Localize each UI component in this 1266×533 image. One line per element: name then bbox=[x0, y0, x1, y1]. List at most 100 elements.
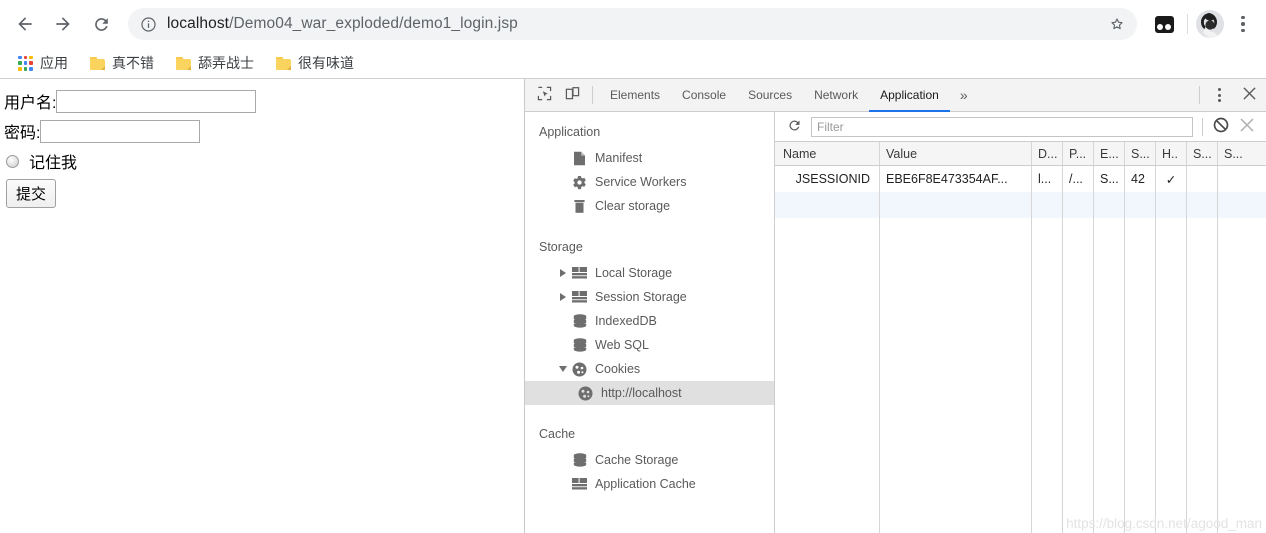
sidebar-item-label: http://localhost bbox=[601, 386, 682, 400]
sidebar-item-clear-storage[interactable]: Clear storage bbox=[525, 194, 774, 218]
cookie-icon bbox=[577, 385, 594, 401]
twisty-collapsed[interactable] bbox=[557, 293, 569, 301]
username-input[interactable] bbox=[56, 89, 257, 113]
clear-all-cookies-button[interactable] bbox=[1208, 114, 1234, 140]
bookmark-apps[interactable]: 应用 bbox=[10, 51, 76, 75]
table-row[interactable]: JSESSIONID EBE6F8E473354AF... l... /... … bbox=[775, 166, 1266, 192]
password-label: 密码: bbox=[4, 125, 41, 142]
column-header-expires[interactable]: E... bbox=[1094, 142, 1125, 165]
trash-icon bbox=[571, 198, 588, 214]
folder-icon bbox=[276, 56, 291, 70]
column-header-secure[interactable]: S... bbox=[1187, 142, 1218, 165]
empty-cell bbox=[880, 192, 1032, 218]
cookies-filterbar bbox=[775, 112, 1266, 142]
remember-me-radio[interactable] bbox=[6, 154, 19, 168]
submit-button[interactable]: 提交 bbox=[6, 179, 57, 208]
cookie-icon bbox=[571, 361, 588, 377]
sidebar-item-local-storage[interactable]: Local Storage bbox=[525, 261, 774, 285]
username-label: 用户名: bbox=[4, 95, 57, 112]
cell-expires: S... bbox=[1094, 166, 1125, 192]
device-toolbar-button[interactable] bbox=[558, 79, 586, 111]
column-header-domain[interactable]: D... bbox=[1032, 142, 1063, 165]
empty-cell bbox=[1156, 192, 1187, 218]
column-header-size[interactable]: S... bbox=[1125, 142, 1156, 165]
sidebar-item-label: Local Storage bbox=[595, 266, 673, 280]
table-icon bbox=[571, 289, 588, 305]
delete-selected-button[interactable] bbox=[1234, 114, 1260, 140]
tab-elements[interactable]: Elements bbox=[599, 79, 671, 111]
bookmark-label: 很有味道 bbox=[298, 55, 354, 71]
page-content: 用户名: 密码: 记住我 提交 bbox=[0, 79, 525, 533]
tabbar-divider bbox=[592, 86, 593, 104]
tab-console[interactable]: Console bbox=[671, 79, 737, 111]
chrome-menu-icon[interactable] bbox=[1228, 9, 1258, 39]
table-empty-row[interactable] bbox=[775, 192, 1266, 218]
close-icon bbox=[1242, 87, 1256, 103]
bookmark-folder-3[interactable]: 很有味道 bbox=[268, 51, 362, 75]
devtools-menu-icon[interactable] bbox=[1206, 79, 1232, 111]
sidebar-item-cache-storage[interactable]: Cache Storage bbox=[525, 448, 774, 472]
sidebar-item-cookie-origin[interactable]: http://localhost bbox=[525, 381, 774, 405]
column-header-httponly[interactable]: H.. bbox=[1156, 142, 1187, 165]
filler-cell bbox=[1218, 218, 1249, 533]
cell-size: 42 bbox=[1125, 166, 1156, 192]
more-tabs-button[interactable]: » bbox=[950, 79, 978, 111]
url-text[interactable]: localhost/Demo04_war_exploded/demo1_logi… bbox=[167, 15, 1103, 33]
remember-me-label: 记住我 bbox=[29, 155, 78, 172]
empty-cell bbox=[775, 192, 880, 218]
forward-button[interactable] bbox=[46, 7, 80, 41]
sidebar-item-session-storage[interactable]: Session Storage bbox=[525, 285, 774, 309]
database-icon bbox=[571, 452, 588, 468]
bookmark-label: 舔弄战士 bbox=[198, 55, 254, 71]
remember-me-row[interactable]: 记住我 bbox=[6, 149, 524, 173]
sidebar-item-label: Application Cache bbox=[595, 477, 696, 491]
extension-button[interactable] bbox=[1149, 9, 1179, 39]
bookmark-star-icon[interactable] bbox=[1103, 10, 1131, 38]
empty-cell bbox=[1094, 192, 1125, 218]
cell-value: EBE6F8E473354AF... bbox=[880, 166, 1032, 192]
back-button[interactable] bbox=[8, 7, 42, 41]
bookmark-label: 应用 bbox=[40, 55, 68, 71]
refresh-icon bbox=[787, 118, 802, 136]
tab-sources[interactable]: Sources bbox=[737, 79, 803, 111]
url-path: /Demo04_war_exploded/demo1_login.jsp bbox=[229, 15, 518, 32]
sidebar-item-application-cache[interactable]: Application Cache bbox=[525, 472, 774, 496]
browser-toolbar: localhost/Demo04_war_exploded/demo1_logi… bbox=[0, 0, 1266, 48]
sidebar-item-label: Clear storage bbox=[595, 199, 671, 213]
sidebar-item-indexeddb[interactable]: IndexedDB bbox=[525, 309, 774, 333]
filter-input[interactable] bbox=[811, 116, 1193, 137]
gear-icon bbox=[571, 174, 588, 190]
cell-path: /... bbox=[1063, 166, 1094, 192]
reload-icon bbox=[92, 15, 111, 34]
filler-cell bbox=[1063, 218, 1094, 533]
table-filler bbox=[775, 218, 1266, 533]
column-header-samesite[interactable]: S... bbox=[1218, 142, 1249, 165]
tab-application[interactable]: Application bbox=[869, 79, 950, 112]
reload-button[interactable] bbox=[84, 7, 118, 41]
sidebar-item-manifest[interactable]: Manifest bbox=[525, 146, 774, 170]
sidebar-item-service-workers[interactable]: Service Workers bbox=[525, 170, 774, 194]
bookmark-folder-1[interactable]: 真不错 bbox=[82, 51, 162, 75]
page-info-icon[interactable] bbox=[140, 16, 157, 33]
bookmark-folder-2[interactable]: 舔弄战士 bbox=[168, 51, 262, 75]
cookies-table: Name Value D... P... E... S... H.. S... … bbox=[775, 142, 1266, 533]
folder-icon bbox=[176, 56, 191, 70]
tab-network[interactable]: Network bbox=[803, 79, 869, 111]
sidebar-item-web-sql[interactable]: Web SQL bbox=[525, 333, 774, 357]
avatar[interactable] bbox=[1196, 10, 1224, 38]
refresh-button[interactable] bbox=[781, 114, 807, 140]
close-button[interactable] bbox=[1232, 79, 1266, 111]
database-icon bbox=[571, 337, 588, 353]
password-input[interactable] bbox=[40, 119, 201, 143]
filler-cell bbox=[1187, 218, 1218, 533]
column-header-path[interactable]: P... bbox=[1063, 142, 1094, 165]
sidebar-item-cookies[interactable]: Cookies bbox=[525, 357, 774, 381]
forward-arrow-icon bbox=[53, 14, 73, 34]
extension-icon bbox=[1154, 15, 1174, 33]
inspect-element-button[interactable] bbox=[530, 79, 558, 111]
twisty-expanded[interactable] bbox=[557, 366, 569, 372]
column-header-name[interactable]: Name bbox=[775, 142, 880, 165]
twisty-collapsed[interactable] bbox=[557, 269, 569, 277]
column-header-value[interactable]: Value bbox=[880, 142, 1032, 165]
address-bar[interactable]: localhost/Demo04_war_exploded/demo1_logi… bbox=[128, 8, 1137, 40]
